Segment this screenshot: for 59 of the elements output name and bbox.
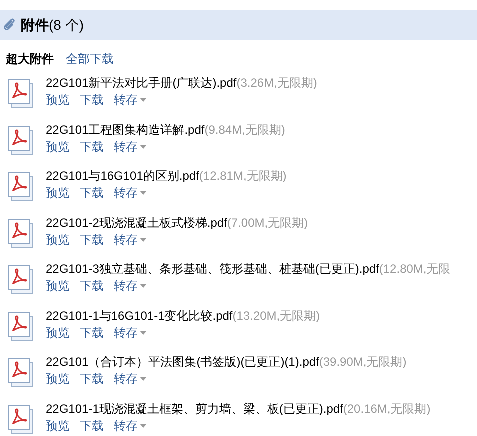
preview-link[interactable]: 预览: [46, 92, 70, 108]
download-link[interactable]: 下载: [80, 185, 104, 201]
caret-icon: [140, 330, 147, 334]
paperclip-icon: [3, 18, 17, 32]
file-meta: (20.16M,无限期): [343, 402, 431, 416]
file-meta: (13.20M,无限期): [232, 308, 320, 322]
save-to-dropdown[interactable]: 转存: [114, 92, 147, 108]
caret-icon: [140, 424, 147, 428]
download-link[interactable]: 下载: [80, 418, 104, 434]
save-to-dropdown[interactable]: 转存: [114, 185, 147, 201]
download-link[interactable]: 下载: [80, 232, 104, 248]
file-meta: (3.26M,无限期): [236, 76, 318, 90]
file-meta: (12.80M,无限: [379, 262, 451, 276]
save-to-dropdown[interactable]: 转存: [114, 324, 147, 340]
file-name[interactable]: 22G101新平法对比手册(广联达).pdf: [46, 76, 237, 90]
preview-link[interactable]: 预览: [46, 185, 70, 201]
file-name[interactable]: 22G101-1现浇混凝土框架、剪力墙、梁、板(已更正).pdf: [46, 402, 344, 416]
file-name[interactable]: 22G101（合订本）平法图集(书签版)(已更正)(1).pdf: [46, 355, 320, 369]
file-meta: (7.00M,无限期): [227, 216, 308, 230]
file-name[interactable]: 22G101-1与16G101-1变化比较.pdf: [46, 308, 233, 322]
save-to-dropdown[interactable]: 转存: [114, 138, 147, 154]
caret-icon: [140, 284, 147, 288]
pdf-file-icon: [8, 265, 34, 295]
caret-icon: [140, 98, 147, 102]
file-meta: (39.90M,无限期): [319, 355, 407, 369]
save-to-dropdown[interactable]: 转存: [114, 278, 147, 294]
pdf-file-icon: [8, 218, 34, 248]
caret-icon: [140, 377, 147, 381]
download-link[interactable]: 下载: [80, 92, 104, 108]
file-name[interactable]: 22G101工程图集构造详解.pdf: [46, 122, 205, 136]
file-meta: (9.84M,无限期): [204, 122, 286, 136]
file-name[interactable]: 22G101-2现浇混凝土板式楼梯.pdf: [46, 216, 228, 230]
save-to-dropdown[interactable]: 转存: [114, 418, 147, 434]
preview-link[interactable]: 预览: [46, 418, 70, 434]
preview-link[interactable]: 预览: [46, 278, 70, 294]
pdf-file-icon: [8, 312, 34, 342]
download-link[interactable]: 下载: [80, 324, 104, 340]
attachments-title: 附件(8 个): [21, 16, 84, 35]
caret-icon: [140, 191, 147, 195]
pdf-file-icon: [8, 172, 34, 202]
download-all-link[interactable]: 全部下载: [66, 50, 114, 68]
file-name[interactable]: 22G101-3独立基础、条形基础、筏形基础、桩基础(已更正).pdf: [46, 262, 380, 276]
preview-link[interactable]: 预览: [46, 324, 70, 340]
pdf-file-icon: [8, 79, 34, 109]
caret-icon: [140, 144, 147, 148]
pdf-file-icon: [8, 358, 34, 388]
preview-link[interactable]: 预览: [46, 232, 70, 248]
pdf-file-icon: [8, 126, 34, 156]
caret-icon: [140, 238, 147, 242]
section-label: 超大附件: [6, 51, 54, 68]
save-to-dropdown[interactable]: 转存: [114, 371, 147, 387]
preview-link[interactable]: 预览: [46, 371, 70, 387]
save-to-dropdown[interactable]: 转存: [114, 232, 147, 248]
file-name[interactable]: 22G101与16G101的区别.pdf: [46, 169, 200, 183]
download-link[interactable]: 下载: [80, 371, 104, 387]
preview-link[interactable]: 预览: [46, 138, 70, 154]
download-link[interactable]: 下载: [80, 138, 104, 154]
file-meta: (12.81M,无限期): [199, 169, 287, 183]
download-link[interactable]: 下载: [80, 278, 104, 294]
